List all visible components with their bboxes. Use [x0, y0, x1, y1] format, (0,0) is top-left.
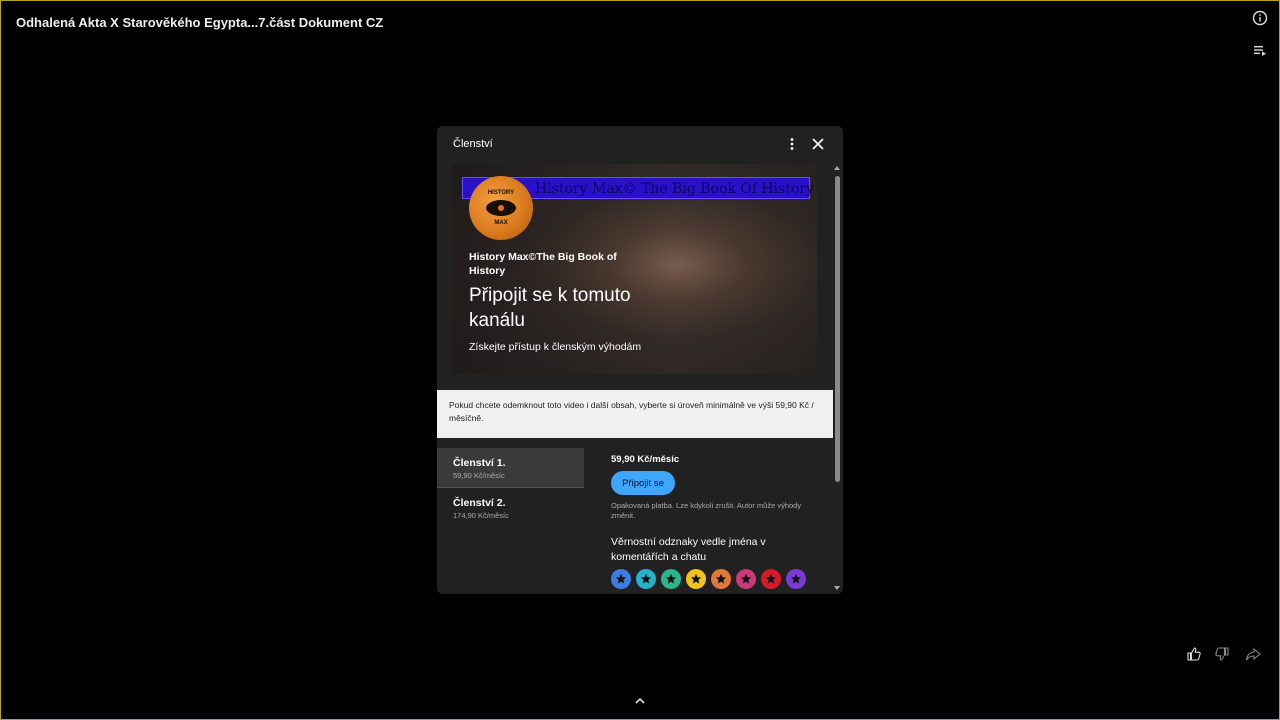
star-icon [715, 573, 727, 584]
tier-detail: 59,90 Kč/měsíc Připojit se Opakovaná pla… [611, 454, 821, 589]
scroll-down-arrow[interactable] [834, 586, 840, 590]
channel-logo: HISTORY MAX [469, 176, 533, 240]
perk-title: Věrnostní odznaky vedle jména v komentář… [611, 536, 766, 563]
tier-item-2[interactable]: Členství 2. 174,90 Kč/měsíc [437, 488, 584, 528]
unlock-notice: Pokud chcete odemknout toto video i dalš… [437, 390, 833, 438]
thumb-down-icon[interactable] [1214, 646, 1230, 662]
scroll-thumb[interactable] [835, 176, 840, 482]
join-button[interactable]: Připojit se [611, 471, 675, 495]
logo-pupil [495, 202, 507, 214]
channel-banner: History Max© The Big Book Of History HIS… [453, 164, 817, 374]
selected-tier-price: 59,90 Kč/měsíc [611, 454, 680, 465]
dialog-header: Členství [437, 126, 843, 162]
loyalty-badge-icon [686, 569, 706, 589]
channel-name: History Max©The Big Book of History [469, 251, 617, 277]
loyalty-badge-icon [661, 569, 681, 589]
loyalty-badge-icon [611, 569, 631, 589]
close-icon[interactable] [810, 136, 826, 152]
logo-text-top: HISTORY [487, 190, 515, 196]
join-subheading: Získejte přístup k členským výhodám [469, 341, 642, 353]
tier-price: 174,90 Kč/měsíc [453, 511, 509, 520]
dialog-content[interactable]: History Max© The Big Book Of History HIS… [437, 164, 833, 594]
star-icon [740, 573, 752, 584]
share-icon[interactable] [1245, 646, 1261, 662]
more-vert-icon[interactable] [784, 136, 800, 152]
star-icon [615, 573, 627, 584]
loyalty-badge-icon [736, 569, 756, 589]
star-icon [765, 573, 777, 584]
billing-fineprint: Opakovaná platba. Lze kdykoli zrušit. Au… [611, 501, 802, 520]
tier-name: Členství 1. [453, 457, 506, 469]
star-icon [690, 573, 702, 584]
info-icon[interactable] [1252, 10, 1268, 26]
loyalty-badge-icon [761, 569, 781, 589]
playlist-icon[interactable] [1252, 42, 1268, 58]
chevron-up-icon[interactable] [634, 696, 646, 706]
logo-text-bottom: MAX [494, 220, 508, 226]
video-title: Odhalená Akta X Starověkého Egypta...7.č… [16, 15, 384, 30]
star-icon [640, 573, 652, 584]
star-icon [790, 573, 802, 584]
loyalty-badge-icon [711, 569, 731, 589]
scroll-up-arrow[interactable] [834, 166, 840, 170]
dialog-title: Členství [453, 138, 493, 150]
tier-name: Členství 2. [453, 497, 506, 509]
join-heading: Připojit se k tomuto kanálu [469, 285, 631, 331]
thumb-up-icon[interactable] [1186, 646, 1202, 662]
channel-art-text: History Max© The Big Book Of History [535, 181, 814, 197]
membership-dialog: Členství History Max© The Big Book Of Hi… [437, 126, 843, 594]
tier-list: Členství 1. 59,90 Kč/měsíc Členství 2. 1… [437, 448, 584, 528]
dialog-scrollbar[interactable] [834, 166, 841, 590]
star-icon [665, 573, 677, 584]
loyalty-badge-icon [786, 569, 806, 589]
tier-price: 59,90 Kč/měsíc [453, 471, 505, 480]
loyalty-badges [611, 569, 821, 589]
loyalty-badge-icon [636, 569, 656, 589]
tier-item-1[interactable]: Členství 1. 59,90 Kč/měsíc [437, 448, 584, 488]
